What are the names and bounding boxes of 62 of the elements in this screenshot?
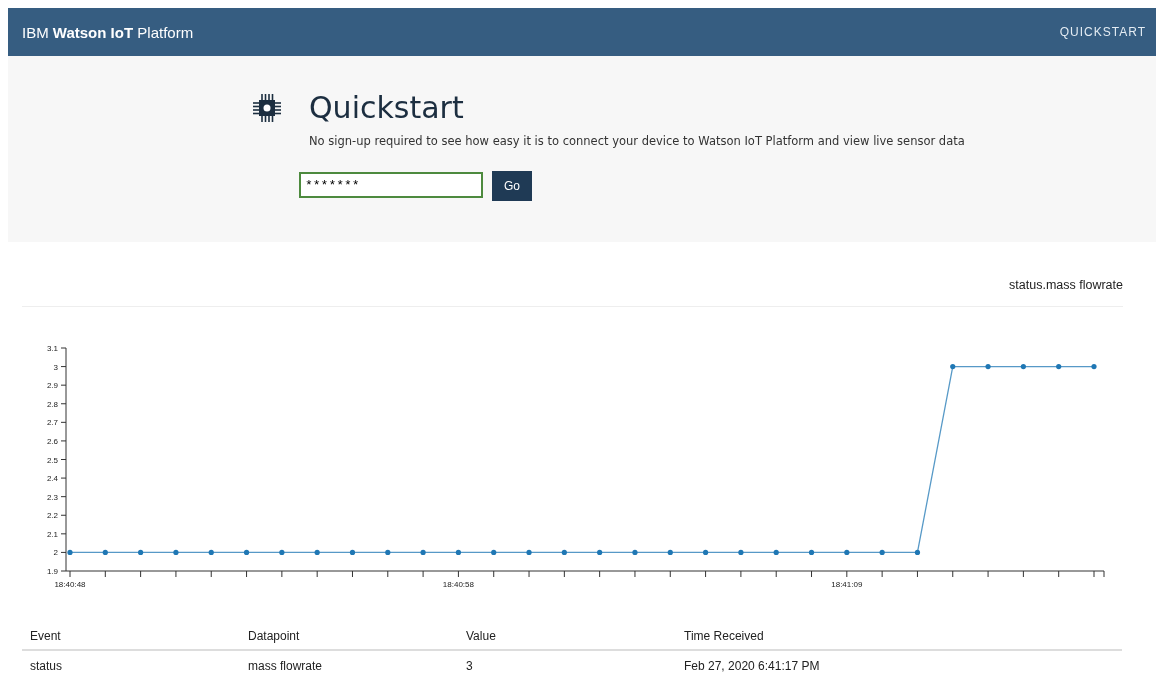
data-point xyxy=(138,549,144,555)
y-tick-label: 2.1 xyxy=(46,529,58,539)
y-tick-label: 1.9 xyxy=(46,567,58,576)
data-point xyxy=(597,549,603,555)
y-tick-label: 2.5 xyxy=(46,455,58,465)
data-point xyxy=(102,549,108,555)
y-tick-label: 2 xyxy=(53,548,58,558)
y-tick-label: 3 xyxy=(53,362,58,372)
data-point xyxy=(667,549,673,555)
data-point xyxy=(420,549,426,555)
data-point xyxy=(67,549,73,555)
chart-title: status.mass flowrate xyxy=(1009,278,1123,292)
x-tick-label: 18:41:09 xyxy=(831,580,863,589)
description-text: No sign-up required to see how easy it is to connect your device to Watson IoT Platform and view live sensor data xyxy=(309,134,965,148)
page-title: Quickstart xyxy=(309,90,465,126)
data-point xyxy=(985,364,991,370)
table-cell: Feb 27, 2020 6:41:17 PM xyxy=(676,650,1122,677)
data-point xyxy=(914,549,921,555)
data-point xyxy=(243,549,250,555)
y-tick-label: 2.3 xyxy=(46,492,58,502)
y-tick-label: 2.6 xyxy=(46,436,58,446)
data-point xyxy=(1056,364,1062,370)
data-point xyxy=(1091,364,1097,370)
data-point xyxy=(349,549,356,555)
data-point xyxy=(703,549,709,555)
data-point xyxy=(491,549,497,555)
data-point xyxy=(526,549,532,555)
column-header: Value xyxy=(458,625,676,650)
table-cell: 3 xyxy=(458,650,676,677)
table-cell: status xyxy=(22,650,240,677)
y-tick-label: 3.1 xyxy=(46,344,58,353)
x-tick-label: 18:40:58 xyxy=(442,580,474,589)
data-point xyxy=(844,549,850,555)
data-point xyxy=(279,549,285,555)
brand-logo[interactable]: IBM Watson IoT Platform xyxy=(22,23,194,41)
x-tick-label: 18:40:48 xyxy=(54,580,86,589)
data-point xyxy=(455,549,461,555)
data-point xyxy=(208,549,214,555)
data-point xyxy=(950,364,956,370)
quickstart-link[interactable]: QUICKSTART xyxy=(1059,25,1146,39)
data-point xyxy=(314,549,320,555)
data-point xyxy=(173,549,179,555)
column-header: Event xyxy=(22,625,240,650)
y-tick-label: 2.4 xyxy=(46,474,58,484)
y-tick-label: 2.2 xyxy=(46,511,58,521)
data-point xyxy=(879,549,885,555)
chip-icon xyxy=(251,92,283,124)
go-button[interactable]: Go xyxy=(492,171,532,201)
data-point xyxy=(738,549,744,555)
data-point xyxy=(773,549,779,555)
data-point xyxy=(561,549,567,555)
y-tick-label: 2.8 xyxy=(46,399,58,409)
column-header: Time Received xyxy=(676,625,1122,650)
data-point xyxy=(1020,364,1026,370)
table-cell: mass flowrate xyxy=(240,650,458,677)
data-point xyxy=(808,549,815,555)
y-tick-label: 2.7 xyxy=(46,418,58,428)
device-id-field[interactable]: ******* xyxy=(299,172,483,198)
data-point xyxy=(632,549,638,555)
y-tick-label: 2.9 xyxy=(46,381,58,391)
data-point xyxy=(385,549,391,555)
column-header: Datapoint xyxy=(240,625,458,650)
